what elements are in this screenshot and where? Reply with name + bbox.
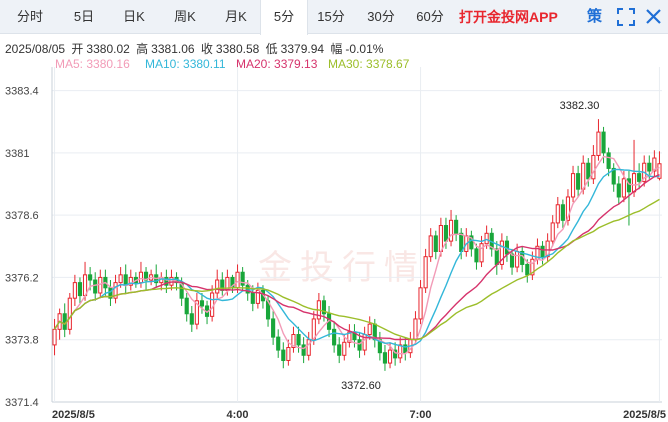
candle-down xyxy=(199,300,205,307)
candle-up xyxy=(286,347,291,361)
candle-down xyxy=(454,219,459,234)
y-tick-label: 3373.8 xyxy=(5,335,39,347)
candle-down xyxy=(296,334,301,346)
candle-down xyxy=(77,282,83,297)
candle-down xyxy=(459,232,464,252)
candle-up xyxy=(631,173,637,193)
candle-up xyxy=(138,271,144,284)
candle-down xyxy=(301,344,306,356)
candle-down xyxy=(560,204,565,221)
candle-down xyxy=(637,173,642,182)
candle-up xyxy=(570,173,576,198)
candle-up xyxy=(621,178,626,198)
candle-up xyxy=(210,292,215,317)
y-tick-label: 3383.4 xyxy=(5,86,39,98)
candle-down xyxy=(509,253,515,268)
candle-up xyxy=(387,349,393,364)
candle-up xyxy=(591,154,596,180)
x-tick-label: 2025/8/5 xyxy=(52,409,95,421)
candle-up xyxy=(438,225,443,252)
candle-down xyxy=(62,313,67,330)
candle-up xyxy=(215,279,220,294)
candle-up xyxy=(418,287,423,320)
price-annotation: 3372.60 xyxy=(341,380,381,392)
y-tick-label: 3381 xyxy=(5,148,29,160)
candle-down xyxy=(281,349,286,361)
x-tick-label: 4:00 xyxy=(227,409,249,421)
candle-down xyxy=(250,292,255,304)
candle-down xyxy=(601,131,606,154)
candle-down xyxy=(271,318,276,338)
candle-up xyxy=(367,323,372,336)
candle-down xyxy=(576,173,581,190)
candle-up xyxy=(342,341,347,356)
candle-down xyxy=(382,352,388,364)
candle-down xyxy=(616,183,621,198)
candle-down xyxy=(540,245,545,258)
candle-down xyxy=(88,274,93,281)
y-tick-label: 3371.4 xyxy=(5,397,39,409)
candlestick-chart[interactable]: 3383.4 3381 3378.6 3376.2 3373.8 3371.4 2025/8… xyxy=(0,0,668,422)
ma10-line xyxy=(53,168,660,348)
candle-down xyxy=(184,297,189,315)
candle-up xyxy=(479,243,484,263)
x-tick-label: 7:00 xyxy=(410,409,432,421)
candle-up xyxy=(484,232,489,245)
candle-down xyxy=(494,248,499,265)
x-tick-label: 2025/8/5 xyxy=(623,409,666,421)
candle-up xyxy=(398,344,403,359)
candle-up xyxy=(448,219,454,242)
candle-up xyxy=(423,256,428,289)
candle-up xyxy=(118,274,123,284)
candle-down xyxy=(474,248,479,263)
y-tick-label: 3378.6 xyxy=(5,210,39,222)
candle-down xyxy=(357,339,362,351)
price-annotation: 3382.30 xyxy=(560,100,600,112)
candle-up xyxy=(52,328,57,346)
candle-up xyxy=(550,222,555,242)
candle-down xyxy=(332,328,337,346)
y-tick-label: 3376.2 xyxy=(5,272,39,284)
candle-up xyxy=(596,131,601,156)
candle-down xyxy=(606,152,611,169)
candle-up xyxy=(72,282,77,299)
ma5-line xyxy=(53,155,660,355)
candle-down xyxy=(276,336,281,351)
candle-up xyxy=(235,271,240,289)
candle-up xyxy=(169,276,174,286)
candle-up xyxy=(515,250,520,268)
candle-up xyxy=(306,339,311,356)
candle-up xyxy=(581,162,586,190)
candle-down xyxy=(443,225,449,242)
candle-up xyxy=(413,318,418,341)
candle-down xyxy=(586,162,591,180)
candle-down xyxy=(626,178,632,193)
candle-down xyxy=(123,274,128,286)
candle-down xyxy=(647,162,652,172)
candle-down xyxy=(337,344,342,356)
candle-up xyxy=(555,204,560,224)
candle-down xyxy=(189,313,194,325)
candle-down xyxy=(525,263,530,276)
candle-down xyxy=(433,235,438,252)
candle-up xyxy=(98,276,103,294)
candle-down xyxy=(93,279,98,294)
candle-up xyxy=(67,297,72,330)
candle-up xyxy=(428,235,433,258)
